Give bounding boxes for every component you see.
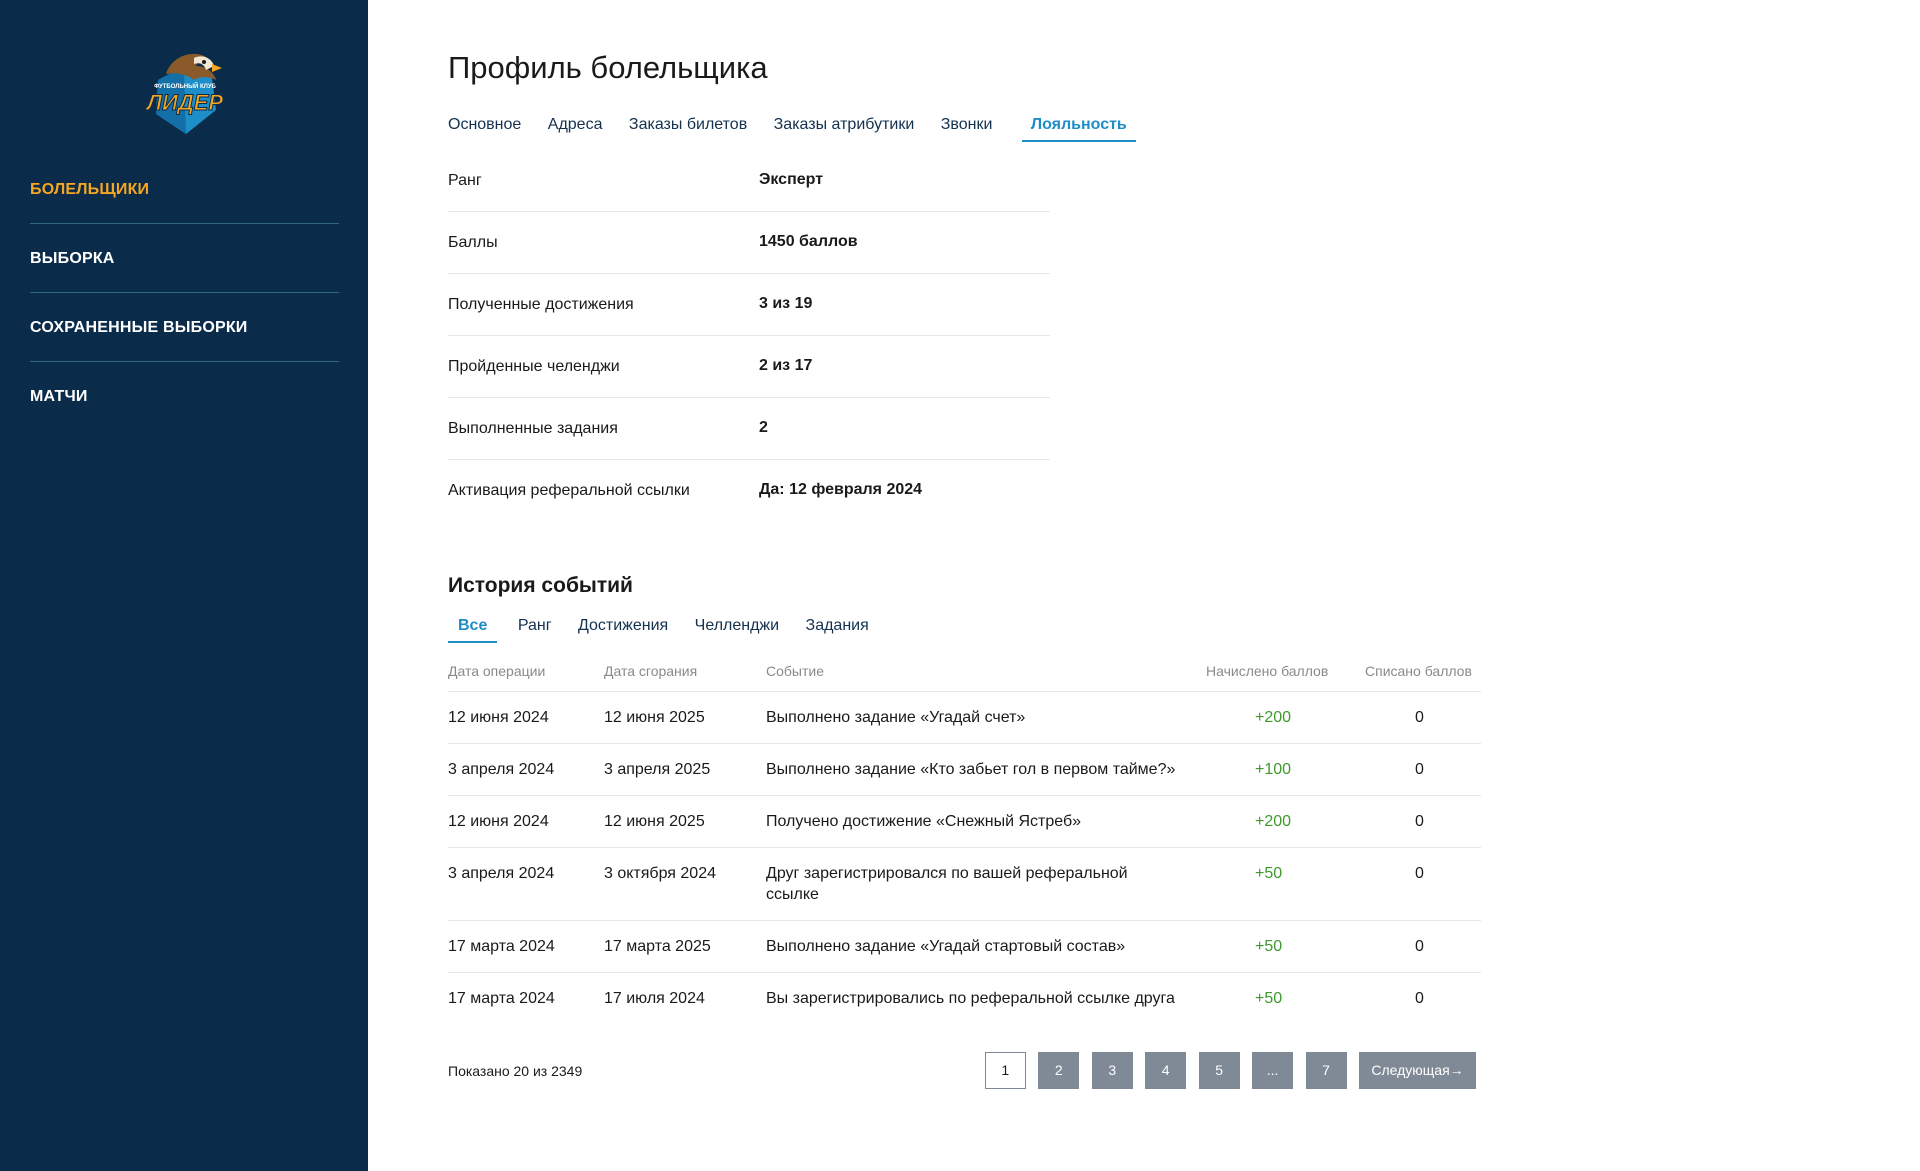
history-tab-rank[interactable]: Ранг bbox=[518, 614, 552, 641]
loyalty-info: Ранг Эксперт Баллы 1450 баллов Полученны… bbox=[448, 150, 1050, 522]
tab-loyalty[interactable]: Лояльность bbox=[1021, 113, 1136, 142]
table-header: Дата операции Дата сгорания Событие Начи… bbox=[448, 660, 1481, 692]
history-tabs: Все Ранг Достижения Челленджи Задания bbox=[448, 614, 891, 643]
profile-tabs: Основное Адреса Заказы билетов Заказы ат… bbox=[448, 113, 1158, 143]
tab-merch-orders[interactable]: Заказы атрибутики bbox=[774, 113, 915, 140]
history-tab-all[interactable]: Все bbox=[448, 614, 498, 643]
cell-debited: 0 bbox=[1415, 938, 1424, 955]
table-row[interactable]: 12 июня 2024 12 июня 2025 Получено дости… bbox=[448, 796, 1481, 848]
sidebar: ФУТБОЛЬНЫЙ КЛУБ ЛИДЕР БОЛЕЛЬЩИКИ ВЫБОРКА… bbox=[0, 0, 368, 1171]
column-header-event[interactable]: Событие bbox=[766, 663, 824, 679]
cell-burn-date: 12 июня 2025 bbox=[604, 813, 705, 830]
sidebar-nav: БОЛЕЛЬЩИКИ ВЫБОРКА СОХРАНЕННЫЕ ВЫБОРКИ М… bbox=[30, 155, 339, 431]
info-label: Баллы bbox=[448, 234, 498, 251]
svg-text:ЛИДЕР: ЛИДЕР bbox=[145, 90, 223, 115]
column-header-op-date[interactable]: Дата операции bbox=[448, 663, 545, 679]
cell-debited: 0 bbox=[1415, 990, 1424, 1007]
info-label: Ранг bbox=[448, 172, 482, 189]
table-row[interactable]: 3 апреля 2024 3 октября 2024 Друг зареги… bbox=[448, 848, 1481, 921]
info-row-tasks: Выполненные задания 2 bbox=[448, 398, 1050, 460]
table-footer: Показано 20 из 2349 1 2 3 4 5 ... 7 След… bbox=[448, 1052, 1481, 1090]
info-value: Да: 12 февраля 2024 bbox=[759, 481, 923, 498]
tab-ticket-orders[interactable]: Заказы билетов bbox=[629, 113, 747, 140]
history-title: История событий bbox=[448, 574, 633, 597]
table-row[interactable]: 17 марта 2024 17 июля 2024 Вы зарегистри… bbox=[448, 973, 1481, 1046]
cell-credited: +50 bbox=[1255, 865, 1283, 882]
page-button-1[interactable]: 1 bbox=[984, 1052, 1026, 1089]
sidebar-item-fans[interactable]: БОЛЕЛЬЩИКИ bbox=[30, 155, 339, 224]
tab-calls[interactable]: Звонки bbox=[941, 113, 993, 140]
pagination: 1 2 3 4 5 ... 7 Следующая→ bbox=[977, 1052, 1476, 1090]
info-row-points: Баллы 1450 баллов bbox=[448, 212, 1050, 274]
tab-addresses[interactable]: Адреса bbox=[548, 113, 603, 140]
page-ellipsis-button[interactable]: ... bbox=[1252, 1052, 1294, 1089]
page-title: Профиль болельщика bbox=[448, 50, 768, 85]
cell-debited: 0 bbox=[1415, 761, 1424, 778]
page-button-3[interactable]: 3 bbox=[1091, 1052, 1133, 1089]
page-button-2[interactable]: 2 bbox=[1038, 1052, 1080, 1089]
history-tab-challenges[interactable]: Челленджи bbox=[695, 614, 779, 641]
cell-credited: +50 bbox=[1255, 990, 1283, 1007]
cell-event: Выполнено задание «Угадай счет» bbox=[766, 709, 1026, 726]
cell-op-date: 3 апреля 2024 bbox=[448, 761, 555, 778]
club-logo[interactable]: ФУТБОЛЬНЫЙ КЛУБ ЛИДЕР bbox=[136, 44, 232, 140]
history-tab-achievements[interactable]: Достижения bbox=[578, 614, 668, 641]
info-label: Пройденные челенджи bbox=[448, 358, 620, 375]
cell-op-date: 17 марта 2024 bbox=[448, 990, 555, 1007]
table-row[interactable]: 17 марта 2024 17 марта 2025 Выполнено за… bbox=[448, 921, 1481, 973]
cell-debited: 0 bbox=[1415, 709, 1424, 726]
info-label: Выполненные задания bbox=[448, 420, 618, 437]
info-value: Эксперт bbox=[759, 171, 824, 188]
sidebar-item-saved-selections[interactable]: СОХРАНЕННЫЕ ВЫБОРКИ bbox=[30, 293, 339, 362]
table-row[interactable]: 3 апреля 2024 3 апреля 2025 Выполнено за… bbox=[448, 744, 1481, 796]
info-value: 2 из 17 bbox=[759, 357, 813, 374]
next-page-button[interactable]: Следующая→ bbox=[1359, 1052, 1476, 1089]
cell-op-date: 12 июня 2024 bbox=[448, 709, 549, 726]
info-value: 2 bbox=[759, 419, 768, 436]
page-button-5[interactable]: 5 bbox=[1198, 1052, 1240, 1089]
info-value: 1450 баллов bbox=[759, 233, 858, 250]
page-button-7[interactable]: 7 bbox=[1305, 1052, 1347, 1089]
cell-burn-date: 17 июля 2024 bbox=[604, 990, 705, 1007]
column-header-credited[interactable]: Начислено баллов bbox=[1206, 663, 1328, 679]
info-row-achievements: Полученные достижения 3 из 19 bbox=[448, 274, 1050, 336]
cell-event: Получено достижение «Снежный Ястреб» bbox=[766, 813, 1082, 830]
column-header-burn-date[interactable]: Дата сгорания bbox=[604, 663, 697, 679]
info-row-rank: Ранг Эксперт bbox=[448, 150, 1050, 212]
cell-event: Выполнено задание «Кто забьет гол в перв… bbox=[766, 761, 1176, 778]
history-table: Дата операции Дата сгорания Событие Начи… bbox=[448, 660, 1481, 1046]
cell-burn-date: 17 марта 2025 bbox=[604, 938, 711, 955]
column-header-debited[interactable]: Списано баллов bbox=[1365, 663, 1472, 679]
info-value: 3 из 19 bbox=[759, 295, 813, 312]
cell-op-date: 3 апреля 2024 bbox=[448, 865, 555, 882]
cell-op-date: 12 июня 2024 bbox=[448, 813, 549, 830]
sidebar-item-selection[interactable]: ВЫБОРКА bbox=[30, 224, 339, 293]
tab-main[interactable]: Основное bbox=[448, 113, 521, 140]
sidebar-item-matches[interactable]: МАТЧИ bbox=[30, 362, 339, 431]
info-label: Активация реферальной ссылки bbox=[448, 482, 690, 499]
info-row-referral: Активация реферальной ссылки Да: 12 февр… bbox=[448, 460, 1050, 522]
cell-event: Друг зарегистрировался по вашей рефераль… bbox=[766, 865, 1128, 903]
info-row-challenges: Пройденные челенджи 2 из 17 bbox=[448, 336, 1050, 398]
cell-credited: +200 bbox=[1255, 709, 1292, 726]
page-button-4[interactable]: 4 bbox=[1145, 1052, 1187, 1089]
cell-credited: +50 bbox=[1255, 938, 1283, 955]
cell-op-date: 17 марта 2024 bbox=[448, 938, 555, 955]
cell-burn-date: 3 октября 2024 bbox=[604, 865, 716, 882]
cell-credited: +200 bbox=[1255, 813, 1292, 830]
cell-debited: 0 bbox=[1415, 813, 1424, 830]
cell-event: Вы зарегистрировались по реферальной ссы… bbox=[766, 990, 1175, 1007]
cell-event: Выполнено задание «Угадай стартовый сост… bbox=[766, 938, 1126, 955]
cell-burn-date: 3 апреля 2025 bbox=[604, 761, 711, 778]
cell-credited: +100 bbox=[1255, 761, 1292, 778]
cell-burn-date: 12 июня 2025 bbox=[604, 709, 705, 726]
table-row[interactable]: 12 июня 2024 12 июня 2025 Выполнено зада… bbox=[448, 692, 1481, 744]
svg-text:ФУТБОЛЬНЫЙ КЛУБ: ФУТБОЛЬНЫЙ КЛУБ bbox=[154, 82, 216, 90]
history-tab-tasks[interactable]: Задания bbox=[806, 614, 869, 641]
cell-debited: 0 bbox=[1415, 865, 1424, 882]
shown-count: Показано 20 из 2349 bbox=[448, 1063, 583, 1079]
info-label: Полученные достижения bbox=[448, 296, 634, 313]
